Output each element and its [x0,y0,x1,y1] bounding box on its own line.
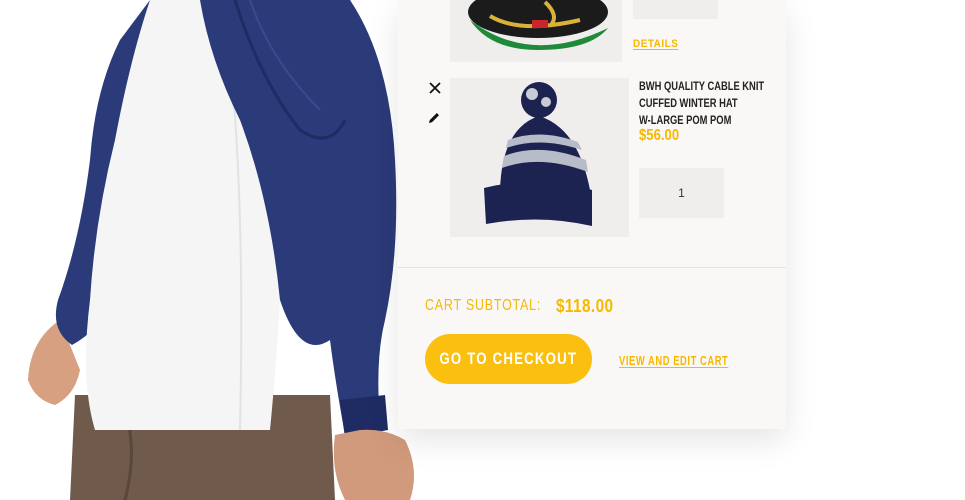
divider [398,267,786,268]
snapback-cap-icon [468,0,608,50]
edit-item-button[interactable] [426,110,442,126]
close-icon [429,82,441,94]
view-edit-cart-link[interactable]: VIEW AND EDIT CART [619,353,728,368]
quantity-input[interactable] [633,0,718,19]
remove-item-button[interactable] [427,80,443,96]
mini-cart-panel: DETAILS BWH QUALITY CABLE KNIT CUFFED WI… [398,0,786,429]
subtotal-value: $118.00 [556,296,614,316]
details-link[interactable]: DETAILS [633,38,678,50]
quantity-input[interactable]: 1 [639,168,724,218]
quantity-value: 1 [678,186,685,200]
model-photo [28,0,414,500]
cart-item-thumbnail[interactable] [450,0,622,62]
pencil-icon [429,113,439,123]
checkout-button-label: GO TO CHECKOUT [439,349,578,368]
cart-item-name-line: BWH QUALITY CABLE KNIT [639,79,765,93]
subtotal-label: CART SUBTOTAL: [425,297,542,314]
cart-item-name-line: CUFFED WINTER HAT [639,96,738,110]
cart-item-price: $56.00 [639,127,680,144]
pom-pom-beanie-icon [484,82,592,226]
checkout-button[interactable]: GO TO CHECKOUT [425,334,592,384]
cart-item-thumbnail[interactable] [450,78,629,237]
cart-item-name[interactable]: BWH QUALITY CABLE KNIT CUFFED WINTER HAT… [639,78,776,129]
